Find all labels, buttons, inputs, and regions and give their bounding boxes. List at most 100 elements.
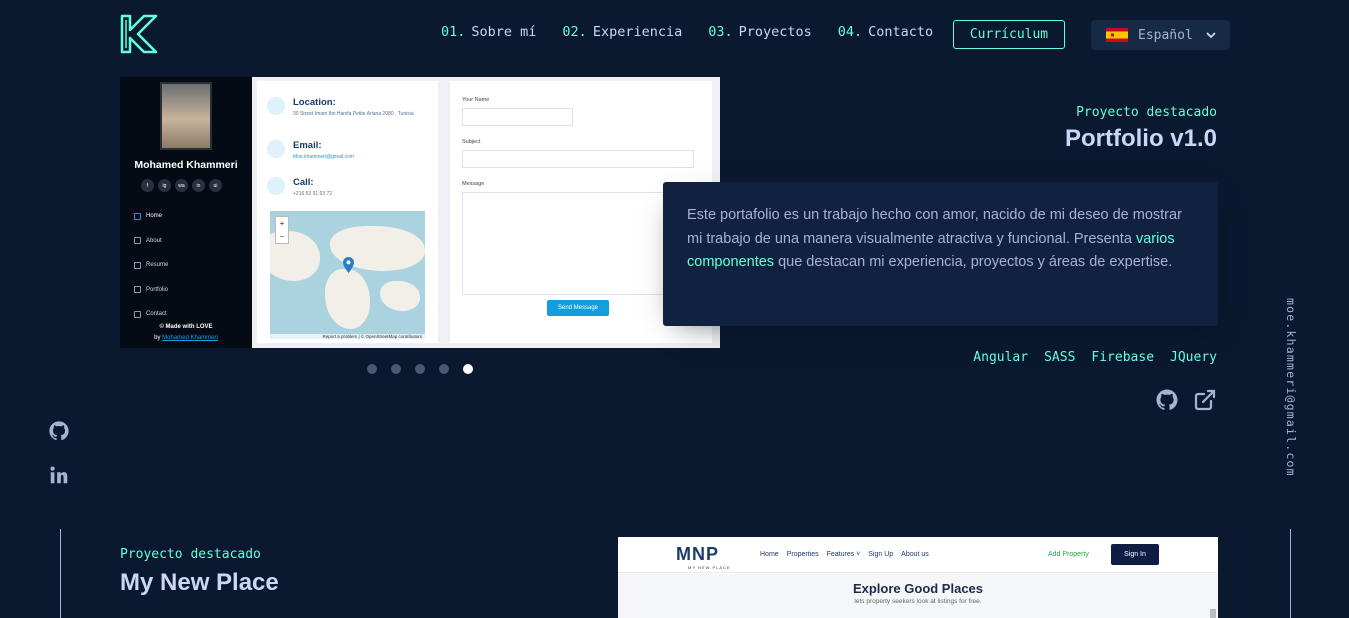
sidebar-footer: © Made with LOVE by Mohamed Khammeri — [120, 322, 252, 344]
mnp-nav-item: Sign Up — [868, 551, 894, 558]
nav-number: 02. — [562, 24, 587, 40]
spain-flag-icon — [1106, 28, 1128, 42]
menu-item-portfolio: Portfolio — [134, 278, 168, 303]
map-pin-icon — [343, 257, 354, 273]
project-screenshot[interactable]: MNP MY NEW PLACE Home Properties Features… — [618, 537, 1218, 618]
project-links — [1155, 388, 1217, 412]
mnp-logo-sub: MY NEW PLACE — [688, 565, 731, 570]
linkedin-icon[interactable] — [48, 464, 70, 486]
nav-link-experience[interactable]: 02. Experiencia — [562, 24, 682, 40]
nav-label: Experiencia — [592, 24, 683, 40]
contact-info-card: Location: 30 Street Imam Ibn Hanifa Petit… — [257, 81, 438, 343]
footer-text: © Made with LOVE — [159, 324, 213, 330]
home-icon — [134, 212, 141, 220]
left-divider-line — [60, 529, 61, 618]
envelope-icon — [267, 140, 285, 158]
tech-item: SASS — [1044, 350, 1076, 365]
nav-link-about[interactable]: 01. Sobre mí — [441, 24, 536, 40]
github-icon[interactable] — [1155, 388, 1179, 412]
right-divider-line — [1290, 529, 1291, 618]
nav-link-contact[interactable]: 04. Contacto — [838, 24, 933, 40]
user-icon — [134, 237, 141, 245]
mnp-hero-title: Explore Good Places — [852, 581, 984, 596]
mnp-logo-text: MNP — [676, 544, 719, 564]
linkedin-icon: in — [192, 179, 205, 192]
project-screenshot[interactable]: Mohamed Khammeri f ig wa in ui Home Abou… — [120, 77, 720, 348]
footer-link: Mohamed Khammeri — [162, 335, 218, 341]
location-value: 30 Street Imam Ibn Hanifa Petite Ariana … — [293, 111, 414, 117]
map: + − Report a problem | © OpenStreetMap co… — [270, 211, 425, 339]
tech-item: Angular — [973, 350, 1029, 365]
menu-label: Contact — [146, 311, 167, 318]
description-text: Este portafolio es un trabajo hecho con … — [687, 207, 1182, 247]
side-email[interactable]: moe.khammeri@gmail.com — [1284, 298, 1298, 477]
instagram-icon: ig — [158, 179, 171, 192]
external-link-icon[interactable] — [1193, 388, 1217, 412]
mnp-sign-in: Sign In — [1111, 544, 1159, 565]
menu-item-about: About — [134, 229, 168, 254]
language-select[interactable]: Español — [1091, 20, 1230, 50]
form-message-input — [462, 192, 694, 295]
menu-item-resume: Resume — [134, 253, 168, 278]
carousel-dot-active[interactable] — [463, 364, 473, 374]
form-message-label: Message — [462, 181, 485, 187]
resume-button[interactable]: Currículum — [953, 20, 1065, 49]
nav-label: Proyectos — [738, 24, 812, 40]
nav-number: 03. — [708, 24, 733, 40]
project-title[interactable]: Portfolio v1.0 — [1065, 125, 1217, 153]
project-title[interactable]: My New Place — [120, 569, 279, 597]
profile-photo — [160, 82, 212, 150]
call-value: +216 53 91 63 72 — [293, 191, 333, 197]
map-credit: Report a problem | © OpenStreetMap contr… — [270, 334, 425, 339]
carousel-dot[interactable] — [439, 364, 449, 374]
social-icons: f ig wa in ui — [141, 179, 222, 192]
mail-icon — [134, 310, 141, 318]
project-overline: Proyecto destacado — [120, 547, 261, 562]
carousel-dot[interactable] — [415, 364, 425, 374]
project-description: Este portafolio es un trabajo hecho con … — [663, 182, 1218, 326]
file-icon — [134, 261, 141, 269]
carousel-dot[interactable] — [367, 364, 377, 374]
k-logo-icon[interactable] — [120, 14, 160, 54]
nav-link-projects[interactable]: 03. Proyectos — [708, 24, 812, 40]
footer-by: by — [154, 335, 161, 341]
mnp-logo: MNP MY NEW PLACE — [676, 544, 730, 570]
menu-label: About — [146, 237, 162, 244]
mnp-nav-item: Properties — [786, 551, 819, 558]
email-row: Email: Moe.khammeri@gmail.com — [267, 140, 354, 161]
location-label: Location: — [293, 97, 336, 108]
ui-icon: ui — [209, 179, 222, 192]
carousel-dot[interactable] — [391, 364, 401, 374]
nav-label: Sobre mí — [471, 24, 537, 40]
form-subject-input — [462, 150, 694, 168]
sidebar-menu: Home About Resume Portfolio Contact — [134, 204, 168, 327]
tech-item: JQuery — [1170, 350, 1217, 365]
main-nav: 01. Sobre mí 02. Experiencia 03. Proyectos … — [441, 24, 933, 40]
mnp-nav: Home Properties Features ˅ Sign Up About… — [760, 551, 929, 558]
facebook-icon: f — [141, 179, 154, 192]
menu-item-home: Home — [134, 204, 168, 229]
mnp-nav-item: Features ˅ — [826, 551, 861, 558]
map-land — [380, 281, 420, 311]
location-row: Location: 30 Street Imam Ibn Hanifa Petit… — [267, 97, 414, 118]
nav-number: 04. — [837, 24, 863, 40]
zoom-in: + — [279, 219, 285, 228]
form-name-label: Your Name — [462, 97, 490, 103]
mnp-scrollbar — [1210, 609, 1216, 618]
mnp-nav-item: Home — [760, 551, 779, 558]
zoom-out: − — [279, 232, 285, 241]
mnp-hero-subtitle: lets property seekers look at listings f… — [854, 598, 982, 605]
form-subject-label: Subject — [462, 139, 481, 145]
profile-name: Mohamed Khammeri — [134, 159, 238, 171]
location-icon — [267, 97, 285, 115]
mnp-nav-item: About us — [901, 551, 929, 558]
carousel-dots — [367, 364, 473, 374]
tech-item: Firebase — [1091, 350, 1155, 365]
chevron-down-icon — [1206, 32, 1216, 39]
github-icon[interactable] — [48, 420, 70, 442]
menu-label: Resume — [146, 262, 169, 269]
image-icon — [134, 286, 141, 294]
phone-icon — [267, 177, 285, 195]
screenshot-sidebar: Mohamed Khammeri f ig wa in ui Home Abou… — [120, 77, 252, 348]
mnp-navbar: MNP MY NEW PLACE Home Properties Features… — [618, 537, 1218, 573]
